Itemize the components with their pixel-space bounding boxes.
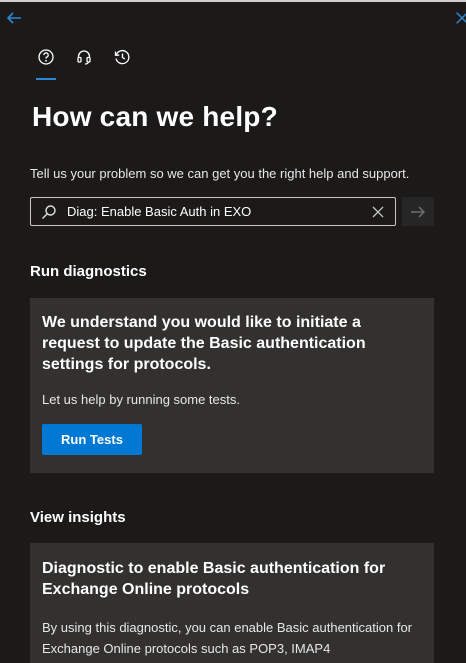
search-value[interactable]: Diag: Enable Basic Auth in EXO	[67, 204, 371, 219]
search-description: Tell us your problem so we can get you t…	[30, 166, 410, 181]
run-tests-button[interactable]: Run Tests	[42, 424, 142, 455]
tab-help[interactable]	[36, 48, 56, 80]
help-icon	[38, 49, 54, 65]
back-arrow-icon[interactable]	[4, 8, 24, 28]
search-input[interactable]: Diag: Enable Basic Auth in EXO	[30, 197, 396, 226]
view-insights-heading: View insights	[30, 509, 126, 526]
close-icon[interactable]	[453, 8, 466, 28]
insights-card-title: Diagnostic to enable Basic authenticatio…	[42, 560, 386, 598]
diagnostics-card-text: Let us help by running some tests.	[42, 392, 241, 407]
tab-bar	[36, 48, 132, 80]
submit-search-button[interactable]	[402, 197, 434, 226]
active-tab-indicator	[36, 78, 56, 80]
headset-icon	[77, 50, 91, 65]
clear-icon[interactable]	[371, 205, 385, 219]
history-icon	[114, 49, 130, 65]
page-title: How can we help?	[32, 101, 278, 132]
tab-contact-support[interactable]	[74, 48, 94, 76]
search-icon	[42, 204, 56, 219]
insights-card-text: By using this diagnostic, you can enable…	[42, 620, 413, 656]
arrow-right-icon	[411, 205, 426, 218]
tab-history[interactable]	[112, 48, 132, 76]
run-diagnostics-heading: Run diagnostics	[30, 263, 147, 280]
insights-card: Diagnostic to enable Basic authenticatio…	[30, 543, 434, 663]
diagnostics-card: We understand you would like to initiate…	[30, 298, 434, 473]
diagnostics-card-title: We understand you would like to initiate…	[42, 314, 366, 373]
window-top-border	[0, 0, 466, 2]
